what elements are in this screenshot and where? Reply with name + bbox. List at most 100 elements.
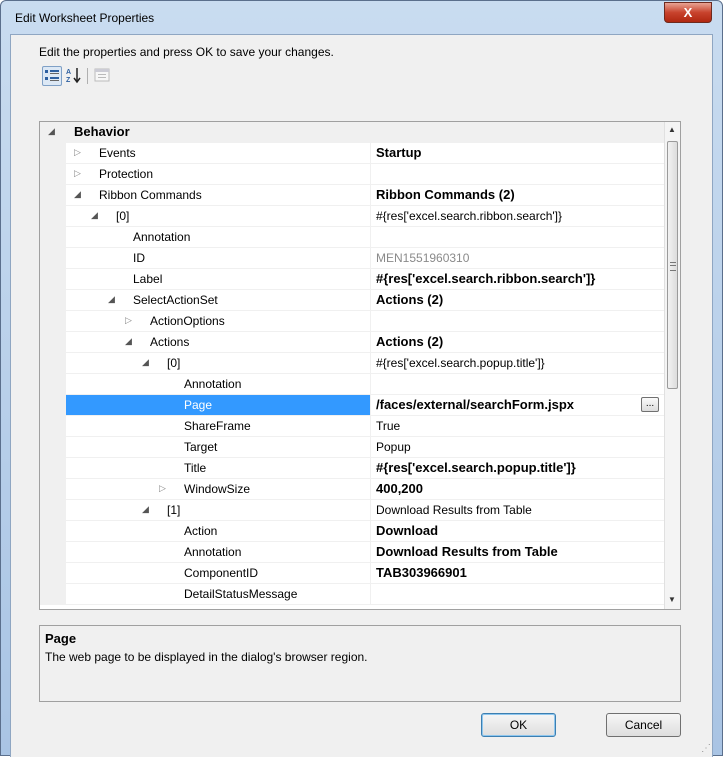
property-row[interactable]: ID MEN1551960310 xyxy=(40,248,664,269)
property-row[interactable]: ◢ [0] #{res['excel.search.ribbon.search']} xyxy=(40,206,664,227)
collapse-icon[interactable]: ◢ xyxy=(48,126,55,137)
property-value-cell[interactable] xyxy=(371,311,664,332)
property-value-cell[interactable]: Actions (2) xyxy=(371,290,664,311)
property-name-cell[interactable]: Action xyxy=(66,521,371,542)
property-value-cell[interactable]: Startup xyxy=(371,143,664,164)
ok-button[interactable]: OK xyxy=(481,713,556,737)
property-value-cell[interactable]: /faces/external/searchForm.jspx... xyxy=(371,395,664,416)
property-row[interactable]: ComponentID TAB303966901 xyxy=(40,563,664,584)
property-row[interactable]: ShareFrame True xyxy=(40,416,664,437)
expand-icon[interactable]: ▷ xyxy=(159,483,166,494)
property-value-cell[interactable]: TAB303966901 xyxy=(371,563,664,584)
property-name-cell[interactable]: Annotation xyxy=(66,374,371,395)
property-name-cell[interactable]: Label xyxy=(66,269,371,290)
ellipsis-button[interactable]: ... xyxy=(641,397,659,412)
window-title: Edit Worksheet Properties xyxy=(15,11,155,25)
property-value-cell[interactable]: 400,200 xyxy=(371,479,664,500)
property-pages-button[interactable] xyxy=(93,66,113,86)
alphabetical-button[interactable]: A Z xyxy=(65,66,85,86)
collapse-icon[interactable]: ◢ xyxy=(74,189,81,200)
collapse-icon[interactable]: ◢ xyxy=(125,336,132,347)
property-name-cell[interactable]: Title xyxy=(66,458,371,479)
expand-icon[interactable]: ▷ xyxy=(74,147,81,158)
property-row[interactable]: ◢ Actions Actions (2) xyxy=(40,332,664,353)
property-name-cell[interactable]: ◢ Behavior xyxy=(48,122,371,143)
title-bar[interactable]: Edit Worksheet Properties X xyxy=(1,1,722,33)
property-value-cell[interactable]: Download Results from Table xyxy=(371,500,664,521)
property-name-cell[interactable]: Annotation xyxy=(66,227,371,248)
property-value: Actions (2) xyxy=(376,334,444,349)
property-name-cell[interactable]: ◢ [0] xyxy=(66,206,371,227)
property-row[interactable]: ◢ [0] #{res['excel.search.popup.title']} xyxy=(40,353,664,374)
property-row[interactable]: ▷ ActionOptions xyxy=(40,311,664,332)
property-row[interactable]: Page/faces/external/searchForm.jspx... xyxy=(40,395,664,416)
property-name-cell[interactable]: ComponentID xyxy=(66,563,371,584)
property-grid[interactable]: ◢ Behavior ▷ Events Startup ▷ Protection ◢ Ribbo… xyxy=(39,121,681,610)
property-name-cell[interactable]: ◢ [1] xyxy=(66,500,371,521)
expand-icon[interactable]: ▷ xyxy=(74,168,81,179)
property-row[interactable]: ◢ SelectActionSet Actions (2) xyxy=(40,290,664,311)
close-button[interactable]: X xyxy=(664,2,712,23)
property-value-cell[interactable]: Download xyxy=(371,521,664,542)
property-name-cell[interactable]: Page xyxy=(66,395,371,416)
property-row[interactable]: DetailStatusMessage xyxy=(40,584,664,605)
property-name-cell[interactable]: ShareFrame xyxy=(66,416,371,437)
collapse-icon[interactable]: ◢ xyxy=(91,210,98,221)
dialog-window: Edit Worksheet Properties X Edit the pro… xyxy=(0,0,723,757)
property-name-cell[interactable]: Target xyxy=(66,437,371,458)
property-name-cell[interactable]: ◢ Ribbon Commands xyxy=(66,185,371,206)
collapse-icon[interactable]: ◢ xyxy=(142,357,149,368)
property-row[interactable]: Annotation xyxy=(40,374,664,395)
property-value-cell[interactable] xyxy=(371,584,664,605)
property-name-cell[interactable]: ◢ Actions xyxy=(66,332,371,353)
row-margin xyxy=(40,332,66,353)
property-value-cell[interactable]: #{res['excel.search.popup.title']} xyxy=(371,458,664,479)
categorized-button[interactable] xyxy=(42,66,62,86)
expand-icon[interactable]: ▷ xyxy=(125,315,132,326)
property-name-cell[interactable]: ▷ ActionOptions xyxy=(66,311,371,332)
property-name-cell[interactable]: DetailStatusMessage xyxy=(66,584,371,605)
property-value-cell[interactable] xyxy=(371,164,664,185)
property-name-cell[interactable]: ▷ Protection xyxy=(66,164,371,185)
property-value-cell[interactable]: Download Results from Table xyxy=(371,542,664,563)
scroll-down-icon[interactable]: ▼ xyxy=(668,595,676,604)
collapse-icon[interactable]: ◢ xyxy=(108,294,115,305)
property-value-cell[interactable]: Ribbon Commands (2) xyxy=(371,185,664,206)
property-row[interactable]: Target Popup xyxy=(40,437,664,458)
property-name-cell[interactable]: Annotation xyxy=(66,542,371,563)
property-value-cell[interactable]: #{res['excel.search.ribbon.search']} xyxy=(371,206,664,227)
property-row[interactable]: ◢ [1] Download Results from Table xyxy=(40,500,664,521)
property-name-cell[interactable]: ▷ WindowSize xyxy=(66,479,371,500)
size-grip-icon[interactable]: ⋰ xyxy=(701,743,711,754)
property-value-cell[interactable]: Popup xyxy=(371,437,664,458)
property-row[interactable]: ▷ Protection xyxy=(40,164,664,185)
collapse-icon[interactable]: ◢ xyxy=(142,504,149,515)
property-name-cell[interactable]: ▷ Events xyxy=(66,143,371,164)
property-value-cell[interactable]: Actions (2) xyxy=(371,332,664,353)
property-value-cell[interactable] xyxy=(371,122,664,143)
property-value: Startup xyxy=(376,145,422,160)
property-value-cell[interactable]: MEN1551960310 xyxy=(371,248,664,269)
property-row[interactable]: Label #{res['excel.search.ribbon.search']… xyxy=(40,269,664,290)
property-value-cell[interactable]: #{res['excel.search.ribbon.search']} xyxy=(371,269,664,290)
property-value-cell[interactable]: True xyxy=(371,416,664,437)
scroll-up-icon[interactable]: ▲ xyxy=(668,125,676,134)
property-row[interactable]: Title #{res['excel.search.popup.title']} xyxy=(40,458,664,479)
property-row[interactable]: ▷ Events Startup xyxy=(40,143,664,164)
row-margin xyxy=(40,563,66,584)
property-row[interactable]: Annotation Download Results from Table xyxy=(40,542,664,563)
property-row[interactable]: ◢ Ribbon Commands Ribbon Commands (2) xyxy=(40,185,664,206)
property-name-cell[interactable]: ◢ [0] xyxy=(66,353,371,374)
cancel-button[interactable]: Cancel xyxy=(606,713,681,737)
vertical-scrollbar[interactable]: ▲ ▼ xyxy=(664,122,680,609)
property-row[interactable]: Action Download xyxy=(40,521,664,542)
property-value-cell[interactable]: #{res['excel.search.popup.title']} xyxy=(371,353,664,374)
scrollbar-thumb[interactable] xyxy=(667,141,678,389)
property-value-cell[interactable] xyxy=(371,227,664,248)
property-row[interactable]: ▷ WindowSize 400,200 xyxy=(40,479,664,500)
property-name-cell[interactable]: ◢ SelectActionSet xyxy=(66,290,371,311)
property-value-cell[interactable] xyxy=(371,374,664,395)
property-row[interactable]: ◢ Behavior xyxy=(40,122,664,143)
property-row[interactable]: Annotation xyxy=(40,227,664,248)
property-name-cell[interactable]: ID xyxy=(66,248,371,269)
